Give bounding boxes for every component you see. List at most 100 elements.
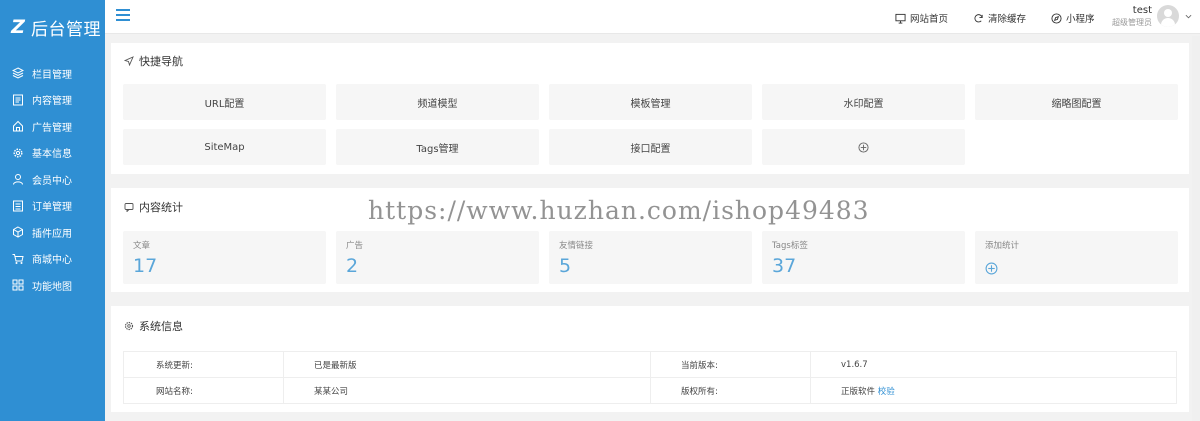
- logo[interactable]: Z 后台管理: [0, 0, 105, 54]
- monitor-icon: [895, 13, 906, 24]
- nav-button-label: SiteMap: [204, 141, 245, 153]
- nav-button-url-config[interactable]: URL配置: [123, 84, 326, 120]
- nav-button-label: 缩略图配置: [1051, 98, 1102, 110]
- home-icon: [13, 121, 23, 132]
- chevron-down-icon[interactable]: [1185, 13, 1192, 20]
- sidebar-item-label: 会员中心: [32, 175, 72, 187]
- sysinfo-header: 系统信息: [111, 306, 1189, 346]
- stat-value: 17: [133, 255, 158, 277]
- sidebar-item-label: 内容管理: [32, 96, 72, 108]
- table-cell: 某某公司: [283, 377, 651, 404]
- user-name: test: [1132, 5, 1152, 16]
- sidebar-item-label: 订单管理: [32, 202, 72, 214]
- sidebar: Z 后台管理 栏目管理 内容管理 广告管理 基本信息 会员中心 订单管理 插件应…: [0, 0, 105, 421]
- refresh-icon: [974, 13, 983, 22]
- sysinfo-table: 系统更新: 已是最新版 当前版本: v1.6.7 网站名称: 某某公司 版权所有…: [123, 351, 1177, 404]
- stat-ads[interactable]: 广告 2: [336, 231, 539, 284]
- sysinfo-title: 系统信息: [139, 320, 183, 333]
- nav-add-button[interactable]: [762, 129, 965, 165]
- logo-text: 后台管理: [31, 19, 101, 40]
- verify-link[interactable]: 校验: [878, 387, 895, 397]
- stat-label: 广告: [346, 241, 364, 251]
- sidebar-item-label: 广告管理: [32, 122, 72, 134]
- stat-tags[interactable]: Tags标签 37: [762, 231, 965, 284]
- scrollbar[interactable]: [1192, 36, 1200, 421]
- user-info[interactable]: test 超级管理员: [1112, 5, 1152, 28]
- clear-cache-button[interactable]: 清除缓存: [973, 11, 1026, 25]
- nav-button-label: Tags管理: [416, 143, 459, 155]
- nav-button-label: 水印配置: [843, 98, 884, 110]
- license-text: 正版软件: [841, 386, 876, 397]
- nav-button-template[interactable]: 模板管理: [549, 84, 752, 120]
- sidebar-item-members[interactable]: 会员中心: [0, 166, 105, 193]
- table-cell: v1.6.7: [810, 351, 1177, 378]
- stat-label: Tags标签: [772, 241, 808, 251]
- sidebar-item-ads[interactable]: 广告管理: [0, 113, 105, 140]
- nav-button-sitemap[interactable]: SiteMap: [123, 129, 326, 165]
- sidebar-item-label: 商城中心: [32, 255, 72, 267]
- sidebar-item-label: 功能地图: [32, 281, 72, 293]
- table-row: 系统更新: 已是最新版 当前版本: v1.6.7: [123, 351, 1177, 378]
- sysinfo-card: 系统信息 系统更新: 已是最新版 当前版本: v1.6.7 网站名称: 某某公司…: [111, 306, 1189, 412]
- compass-icon: [1051, 12, 1062, 24]
- gear-icon: [13, 148, 23, 158]
- stat-value: 2: [346, 255, 359, 277]
- sidebar-item-label: 插件应用: [32, 228, 72, 240]
- grid-icon: [12, 279, 24, 291]
- nav-button-label: URL配置: [204, 98, 245, 110]
- table-cell: 版权所有:: [650, 377, 811, 404]
- topbar: 网站首页 清除缓存 小程序 test 超级管理员: [105, 0, 1200, 34]
- avatar[interactable]: [1157, 5, 1179, 27]
- gear-icon: [124, 321, 134, 331]
- nav-button-label: 模板管理: [630, 98, 671, 110]
- stat-add-label: 添加统计: [985, 241, 1020, 251]
- sidebar-item-column[interactable]: 栏目管理: [0, 60, 105, 87]
- list-icon: [13, 200, 23, 212]
- sidebar-item-content[interactable]: 内容管理: [0, 87, 105, 114]
- stat-articles[interactable]: 文章 17: [123, 231, 326, 284]
- watermark: https://www.huzhan.com/ishop49483: [368, 196, 870, 225]
- user-icon: [13, 174, 23, 185]
- sidebar-item-orders[interactable]: 订单管理: [0, 193, 105, 220]
- site-home-link[interactable]: 网站首页: [895, 11, 948, 25]
- nav-button-api-config[interactable]: 接口配置: [549, 129, 752, 165]
- sidebar-item-label: 基本信息: [32, 149, 72, 161]
- mini-program-link[interactable]: 小程序: [1051, 11, 1095, 25]
- cube-icon: [13, 226, 23, 238]
- menu-toggle-icon[interactable]: [116, 9, 130, 23]
- table-row: 网站名称: 某某公司 版权所有: 正版软件 校验: [123, 377, 1177, 404]
- chat-icon: [124, 203, 134, 212]
- layers-icon: [12, 67, 24, 79]
- nav-button-thumbnail[interactable]: 缩略图配置: [975, 84, 1178, 120]
- quick-nav-header: 快捷导航: [111, 43, 1189, 79]
- stat-value: 5: [559, 255, 572, 277]
- user-role: 超级管理员: [1112, 18, 1152, 27]
- stat-value: 37: [772, 255, 797, 277]
- sidebar-item-mall[interactable]: 商城中心: [0, 246, 105, 273]
- nav-button-label: 接口配置: [630, 143, 671, 155]
- nav-button-watermark[interactable]: 水印配置: [762, 84, 965, 120]
- quick-nav-title: 快捷导航: [139, 55, 183, 68]
- table-cell: 已是最新版: [283, 351, 651, 378]
- plus-circle-icon: [858, 141, 869, 153]
- nav-button-label: 频道模型: [417, 98, 458, 110]
- plus-circle-icon: [985, 262, 998, 275]
- stat-links[interactable]: 友情链接 5: [549, 231, 752, 284]
- sidebar-item-function-map[interactable]: 功能地图: [0, 272, 105, 299]
- stat-label: 文章: [133, 241, 151, 251]
- nav-button-tags[interactable]: Tags管理: [336, 129, 539, 165]
- sidebar-item-plugins[interactable]: 插件应用: [0, 219, 105, 246]
- nav-button-channel-model[interactable]: 频道模型: [336, 84, 539, 120]
- sidebar-item-label: 栏目管理: [32, 69, 72, 81]
- stat-add[interactable]: 添加统计: [975, 231, 1178, 284]
- table-cell: 网站名称:: [123, 377, 284, 404]
- logo-mark: Z: [11, 16, 25, 38]
- sidebar-item-basic-info[interactable]: 基本信息: [0, 140, 105, 167]
- sidebar-menu: 栏目管理 内容管理 广告管理 基本信息 会员中心 订单管理 插件应用 商城中心: [0, 60, 105, 299]
- stat-label: 友情链接: [559, 241, 594, 251]
- clear-cache-label: 清除缓存: [988, 14, 1027, 25]
- document-icon: [13, 94, 23, 106]
- site-home-label: 网站首页: [910, 14, 949, 25]
- table-cell: 系统更新:: [123, 351, 284, 378]
- quick-nav-card: 快捷导航 URL配置 频道模型 模板管理 水印配置 缩略图配置 SiteMap …: [111, 43, 1189, 174]
